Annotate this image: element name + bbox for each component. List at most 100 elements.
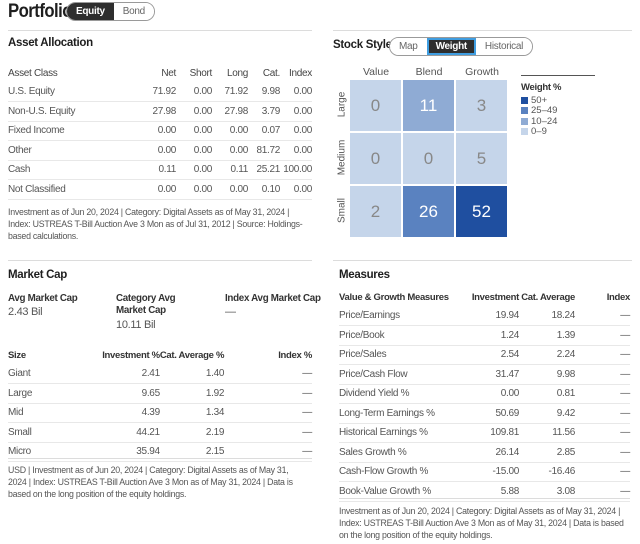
investment-pct-cell: 9.65 <box>77 383 160 404</box>
col-index: Index <box>606 291 631 303</box>
tab-map[interactable]: Map <box>390 38 427 55</box>
measures-title: Measures <box>339 269 390 281</box>
table-row: Price/Earnings 19.94 18.24— <box>339 306 630 326</box>
asset-allocation-table: Asset Class Net Short Long Cat. Index U.… <box>8 64 312 200</box>
legend-label: 0–9 <box>531 126 547 138</box>
tab-equity[interactable]: Equity <box>67 3 114 20</box>
table-row: Historical Earnings % 109.81 11.56— <box>339 423 630 443</box>
style-box-cell[interactable]: 52 <box>456 186 507 237</box>
index-cell: — <box>575 345 630 365</box>
index-pct-cell: — <box>224 364 312 384</box>
cat-average-cell: 2.24 <box>519 345 575 365</box>
index-cell: 0.00 <box>280 121 312 141</box>
investment-pct-cell: 4.39 <box>77 403 160 423</box>
long-cell: 0.11 <box>212 160 248 180</box>
cat-average-pct-cell: 1.92 <box>159 383 224 404</box>
index-avg-market-cap-value: — <box>225 306 236 318</box>
style-box-cell[interactable]: 2 <box>350 186 401 237</box>
style-box-cell[interactable]: 5 <box>456 133 507 184</box>
short-cell: 0.00 <box>176 160 212 180</box>
divider <box>339 498 630 499</box>
style-box-cell[interactable]: 3 <box>456 80 507 131</box>
short-cell: 0.00 <box>176 179 212 200</box>
index-pct-cell: — <box>224 422 312 443</box>
index-pct-cell: — <box>224 383 312 404</box>
cat-average-pct-cell: 1.40 <box>159 364 224 384</box>
size-cell: Giant <box>8 364 78 384</box>
net-cell: 0.00 <box>138 140 176 161</box>
market-cap-size-table: Size Investment % Cat. Average % Index %… <box>8 346 312 462</box>
legend-swatch <box>521 107 528 115</box>
style-box-cell[interactable]: 0 <box>403 133 454 184</box>
investment-cell: 1.24 <box>459 325 519 346</box>
measure-name-cell: Price/Sales <box>339 345 459 365</box>
index-avg-market-cap-label: Index Avg Market Cap <box>225 293 321 304</box>
index-pct-cell: — <box>224 403 312 423</box>
size-cell: Small <box>8 422 78 443</box>
col-investment: Investment <box>471 291 519 303</box>
table-row: Not Classified 0.00 0.00 0.00 0.10 0.00 <box>8 179 312 200</box>
index-cell: — <box>575 403 630 424</box>
investment-cell: 50.69 <box>459 403 519 424</box>
legend-title: Weight % <box>521 82 562 93</box>
measures-table: Value & Growth Measures Investment Cat. … <box>339 288 630 502</box>
size-cell: Large <box>8 383 78 404</box>
col-size: Size <box>8 349 26 361</box>
short-cell: 0.00 <box>176 101 212 122</box>
col-long: Long <box>226 67 248 79</box>
col-index: Index <box>289 67 312 79</box>
cat-average-cell: 0.81 <box>519 384 575 404</box>
legend-item: 25–49 <box>521 105 595 117</box>
tab-bond[interactable]: Bond <box>113 3 154 20</box>
net-cell: 0.00 <box>138 179 176 200</box>
cat-cell: 0.07 <box>248 121 280 141</box>
asset-class-cell: U.S. Equity <box>8 82 138 102</box>
table-row: Cash 0.11 0.00 0.11 25.21 100.00 <box>8 160 312 180</box>
index-cell: 0.00 <box>280 179 312 200</box>
table-row: U.S. Equity 71.92 0.00 71.92 9.98 0.00 <box>8 82 312 102</box>
cat-cell: 3.79 <box>248 101 280 122</box>
asset-class-cell: Cash <box>8 160 138 180</box>
divider <box>8 260 312 261</box>
style-row-label: Medium <box>336 139 348 176</box>
table-row: Sales Growth % 26.14 2.85— <box>339 442 630 463</box>
asset-class-cell: Other <box>8 140 138 161</box>
measure-name-cell: Price/Cash Flow <box>339 364 459 385</box>
legend-label: 10–24 <box>531 115 558 127</box>
index-cell: — <box>575 364 630 385</box>
measure-name-cell: Price/Earnings <box>339 306 459 326</box>
index-cell: 0.00 <box>280 101 312 122</box>
divider <box>333 260 632 261</box>
divider <box>8 30 312 31</box>
col-investment-pct: Investment % <box>102 349 160 361</box>
style-box-cell[interactable]: 0 <box>350 133 401 184</box>
table-row: Small 44.21 2.19— <box>8 422 312 443</box>
tab-weight[interactable]: Weight <box>426 38 476 55</box>
legend-item: 0–9 <box>521 126 595 138</box>
cat-cell: 25.21 <box>248 160 280 180</box>
style-column-label: Value <box>362 66 390 78</box>
page-title: Portfolio <box>8 1 73 22</box>
legend-swatch <box>521 117 528 125</box>
cat-average-pct-cell: 1.34 <box>159 403 224 423</box>
legend-label: 25–49 <box>531 105 558 117</box>
short-cell: 0.00 <box>176 140 212 161</box>
tab-historical[interactable]: Historical <box>475 38 533 55</box>
stock-style-title: Stock Style <box>333 39 392 51</box>
asset-class-cell: Non-U.S. Equity <box>8 101 138 122</box>
style-box-cell[interactable]: 26 <box>403 186 454 237</box>
table-row: Other 0.00 0.00 0.00 81.72 0.00 <box>8 140 312 161</box>
legend-item: 10–24 <box>521 116 595 127</box>
asset-class-cell: Not Classified <box>8 179 138 200</box>
net-cell: 0.00 <box>138 121 176 141</box>
legend-item: 50+ <box>521 95 595 106</box>
measure-name-cell: Sales Growth % <box>339 442 459 463</box>
investment-cell: 0.00 <box>459 384 519 404</box>
avg-market-cap-label: Avg Market Cap <box>8 293 78 304</box>
col-cat: Cat. <box>262 67 280 79</box>
style-box-cell[interactable]: 0 <box>350 80 401 131</box>
style-box-cell[interactable]: 11 <box>403 80 454 131</box>
table-row: Fixed Income 0.00 0.00 0.00 0.07 0.00 <box>8 121 312 141</box>
investment-pct-cell: 2.41 <box>77 364 160 384</box>
portfolio-type-toggle: Equity Bond <box>66 2 155 21</box>
